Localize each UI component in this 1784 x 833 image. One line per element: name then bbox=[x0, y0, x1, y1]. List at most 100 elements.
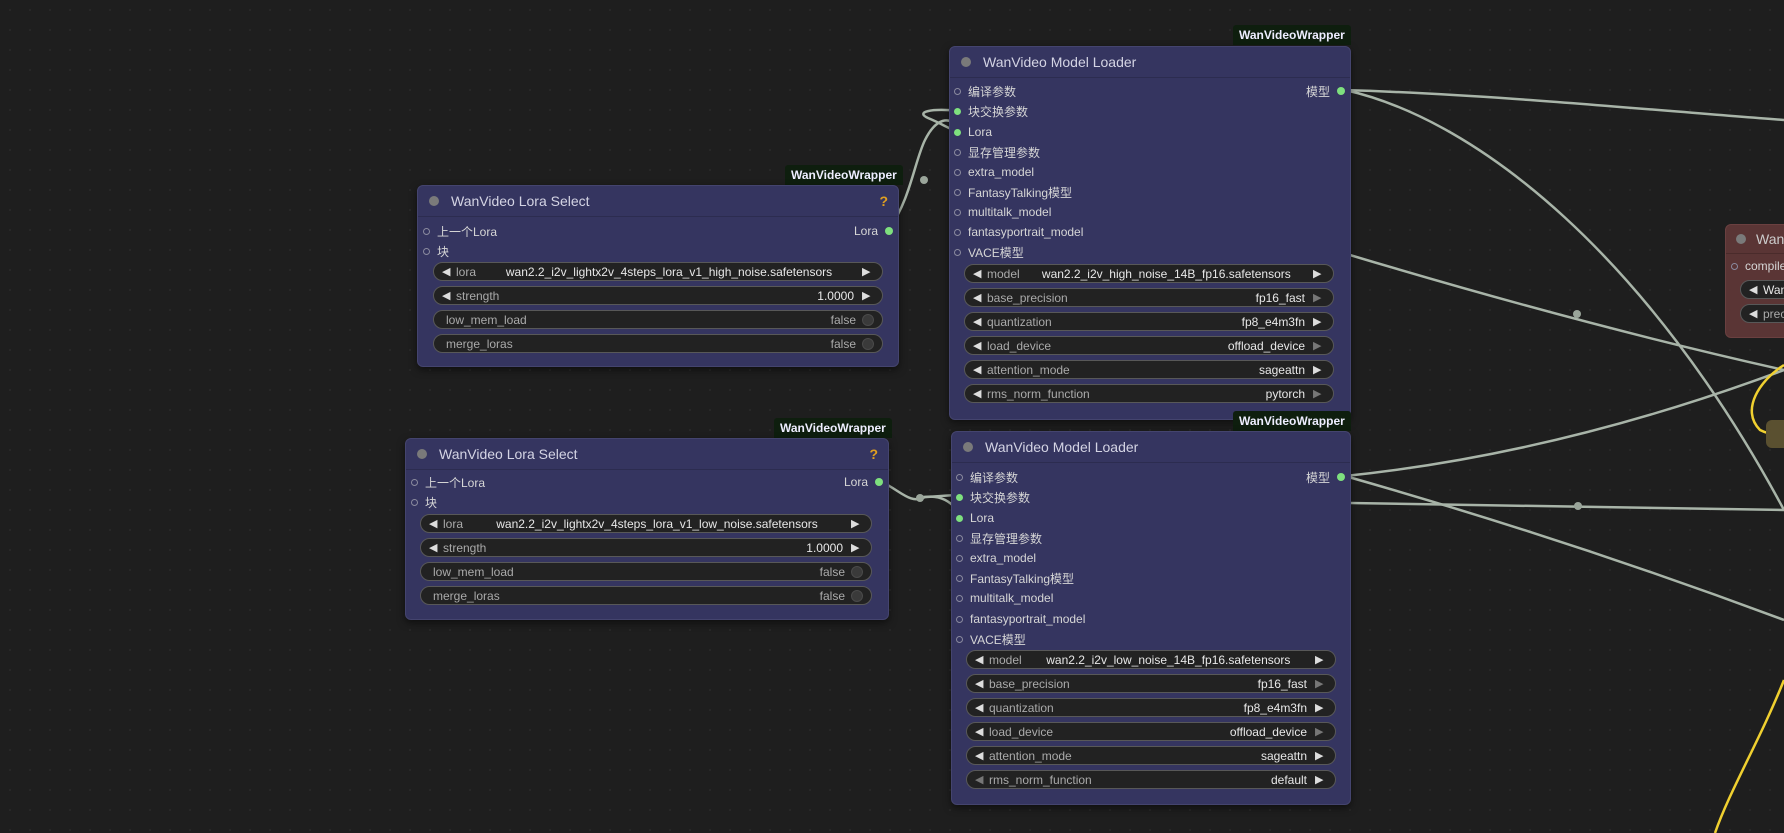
partial-widget-2[interactable]: ◀ prec bbox=[1740, 304, 1784, 323]
input-slot-vram[interactable]: 显存管理参数 bbox=[956, 529, 1042, 547]
attention-mode-combo[interactable]: ◀ attention_mode sageattn ▶ bbox=[964, 360, 1334, 379]
socket-icon[interactable] bbox=[956, 473, 963, 481]
merge-loras-toggle[interactable]: merge_loras false bbox=[433, 334, 883, 353]
output-slot-lora[interactable]: Lora bbox=[844, 473, 883, 491]
socket-icon[interactable] bbox=[956, 514, 963, 522]
node-header[interactable]: WanVideo Model Loader bbox=[952, 432, 1350, 463]
reroute-dot-1[interactable] bbox=[920, 176, 928, 184]
output-slot-lora[interactable]: Lora bbox=[854, 222, 893, 240]
rms-norm-combo[interactable]: ◀ rms_norm_function default ▶ bbox=[966, 770, 1336, 789]
arrow-left-icon[interactable]: ◀ bbox=[429, 517, 441, 530]
output-slot-model[interactable]: 模型 bbox=[1306, 82, 1345, 100]
arrow-left-icon[interactable]: ◀ bbox=[442, 265, 454, 278]
collapse-dot-icon[interactable] bbox=[963, 442, 973, 452]
socket-icon[interactable] bbox=[875, 478, 883, 486]
socket-icon[interactable] bbox=[954, 128, 961, 136]
arrow-right-icon[interactable]: ▶ bbox=[862, 265, 874, 278]
toggle-knob-icon[interactable] bbox=[862, 313, 874, 326]
input-slot-compile-args[interactable]: 编译参数 bbox=[954, 82, 1016, 100]
collapse-dot-icon[interactable] bbox=[417, 449, 427, 459]
node-header[interactable]: WanVideo Model Loader bbox=[950, 47, 1350, 78]
socket-icon[interactable] bbox=[1337, 87, 1345, 95]
lora-combo[interactable]: ◀ lora wan2.2_i2v_lightx2v_4steps_lora_v1_… bbox=[433, 262, 883, 281]
socket-icon[interactable] bbox=[954, 148, 961, 156]
input-slot-multitalk[interactable]: multitalk_model bbox=[956, 589, 1053, 607]
reroute-dot-2[interactable] bbox=[916, 494, 924, 502]
socket-icon[interactable] bbox=[423, 247, 430, 255]
input-slot-lora[interactable]: Lora bbox=[956, 509, 994, 527]
input-slot-lora[interactable]: Lora bbox=[954, 123, 992, 141]
reroute-node-yellow[interactable] bbox=[1766, 420, 1784, 448]
load-device-combo[interactable]: ◀ load_device offload_device ▶ bbox=[966, 722, 1336, 741]
input-slot-fantasytalking[interactable]: FantasyTalking模型 bbox=[956, 569, 1074, 587]
input-slot-blocks[interactable]: 块 bbox=[423, 242, 449, 260]
output-slot-model[interactable]: 模型 bbox=[1306, 468, 1345, 486]
low-mem-load-toggle[interactable]: low_mem_load false bbox=[420, 562, 872, 581]
model-combo[interactable]: ◀ model wan2.2_i2v_low_noise_14B_fp16.safe… bbox=[966, 650, 1336, 669]
model-combo[interactable]: ◀ model wan2.2_i2v_high_noise_14B_fp16.saf… bbox=[964, 264, 1334, 283]
socket-icon[interactable] bbox=[411, 478, 418, 486]
socket-icon[interactable] bbox=[423, 227, 430, 235]
reroute-dot-4[interactable] bbox=[1574, 502, 1582, 510]
input-slot-multitalk[interactable]: multitalk_model bbox=[954, 203, 1051, 221]
socket-icon[interactable] bbox=[1337, 473, 1345, 481]
input-slot-extra-model[interactable]: extra_model bbox=[954, 163, 1034, 181]
socket-icon[interactable] bbox=[954, 228, 961, 236]
input-slot-vram[interactable]: 显存管理参数 bbox=[954, 143, 1040, 161]
socket-icon[interactable] bbox=[956, 574, 963, 582]
low-mem-load-toggle[interactable]: low_mem_load false bbox=[433, 310, 883, 329]
input-slot-block-swap[interactable]: 块交换参数 bbox=[954, 102, 1028, 120]
input-slot-prev-lora[interactable]: 上一个Lora bbox=[411, 473, 485, 491]
socket-icon[interactable] bbox=[956, 615, 963, 623]
input-slot-block-swap[interactable]: 块交换参数 bbox=[956, 488, 1030, 506]
lora-select-node-low[interactable]: WanVideo Lora Select ? 上一个Lora 块 Lora ◀ l… bbox=[405, 438, 889, 620]
input-slot-vace[interactable]: VACE模型 bbox=[954, 243, 1024, 261]
lora-select-node-high[interactable]: WanVideo Lora Select ? 上一个Lora 块 Lora ◀ l… bbox=[417, 185, 899, 367]
input-slot-vace[interactable]: VACE模型 bbox=[956, 630, 1026, 648]
socket-icon[interactable] bbox=[956, 594, 963, 602]
base-precision-combo[interactable]: ◀ base_precision fp16_fast ▶ bbox=[966, 674, 1336, 693]
socket-icon[interactable] bbox=[956, 493, 963, 501]
rms-norm-combo[interactable]: ◀ rms_norm_function pytorch ▶ bbox=[964, 384, 1334, 403]
arrow-right-icon[interactable]: ▶ bbox=[851, 541, 863, 554]
input-slot-fantasytalking[interactable]: FantasyTalking模型 bbox=[954, 183, 1072, 201]
input-slot-prev-lora[interactable]: 上一个Lora bbox=[423, 222, 497, 240]
collapse-dot-icon[interactable] bbox=[429, 196, 439, 206]
strength-number[interactable]: ◀ strength 1.0000 ▶ bbox=[433, 286, 883, 305]
strength-number[interactable]: ◀ strength 1.0000 ▶ bbox=[420, 538, 872, 557]
model-loader-node-low[interactable]: WanVideo Model Loader 模型 编译参数 块交换参数 Lora… bbox=[951, 431, 1351, 805]
load-device-combo[interactable]: ◀ load_device offload_device ▶ bbox=[964, 336, 1334, 355]
partial-widget-1[interactable]: ◀ Wan bbox=[1740, 280, 1784, 299]
arrow-right-icon[interactable]: ▶ bbox=[851, 517, 863, 530]
socket-icon[interactable] bbox=[954, 168, 961, 176]
node-header[interactable]: WanVideo Lora Select ? bbox=[406, 439, 888, 470]
socket-icon[interactable] bbox=[954, 87, 961, 95]
toggle-knob-icon[interactable] bbox=[851, 565, 863, 578]
partial-node-right[interactable]: Wan compile ◀ Wan ◀ prec bbox=[1725, 224, 1784, 338]
help-icon[interactable]: ? bbox=[869, 446, 878, 462]
arrow-left-icon[interactable]: ◀ bbox=[429, 541, 441, 554]
collapse-dot-icon[interactable] bbox=[961, 57, 971, 67]
socket-icon[interactable] bbox=[956, 534, 963, 542]
socket-icon[interactable] bbox=[956, 554, 963, 562]
help-icon[interactable]: ? bbox=[879, 193, 888, 209]
socket-icon[interactable] bbox=[954, 248, 961, 256]
socket-icon[interactable] bbox=[954, 188, 961, 196]
input-slot-fantasyportrait[interactable]: fantasyportrait_model bbox=[954, 223, 1083, 241]
socket-icon[interactable] bbox=[411, 498, 418, 506]
socket-icon[interactable] bbox=[885, 227, 893, 235]
base-precision-combo[interactable]: ◀ base_precision fp16_fast ▶ bbox=[964, 288, 1334, 307]
model-loader-node-high[interactable]: WanVideo Model Loader 模型 编译参数 块交换参数 Lora… bbox=[949, 46, 1351, 420]
arrow-left-icon[interactable]: ◀ bbox=[442, 289, 454, 302]
merge-loras-toggle[interactable]: merge_loras false bbox=[420, 586, 872, 605]
input-slot-compile[interactable]: compile bbox=[1731, 257, 1784, 275]
node-header[interactable]: WanVideo Lora Select ? bbox=[418, 186, 898, 217]
input-slot-compile-args[interactable]: 编译参数 bbox=[956, 468, 1018, 486]
toggle-knob-icon[interactable] bbox=[862, 337, 874, 350]
reroute-dot-3[interactable] bbox=[1573, 310, 1581, 318]
socket-icon[interactable] bbox=[954, 208, 961, 216]
attention-mode-combo[interactable]: ◀ attention_mode sageattn ▶ bbox=[966, 746, 1336, 765]
toggle-knob-icon[interactable] bbox=[851, 589, 863, 602]
quantization-combo[interactable]: ◀ quantization fp8_e4m3fn ▶ bbox=[966, 698, 1336, 717]
input-slot-fantasyportrait[interactable]: fantasyportrait_model bbox=[956, 610, 1085, 628]
